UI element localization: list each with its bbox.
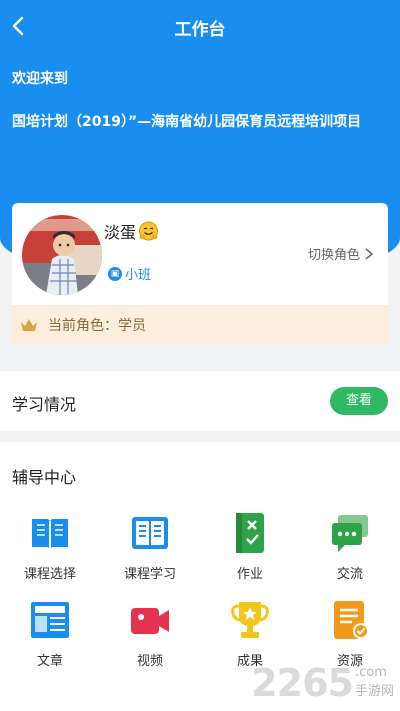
tutor-title: 辅导中心: [12, 468, 77, 487]
resource-doc-icon: [334, 601, 369, 639]
article-icon: [31, 602, 69, 638]
current-role-label: 当前角色：学员: [48, 318, 146, 334]
grid-label: 文章: [36, 654, 63, 669]
grid-label: 资源: [336, 654, 363, 669]
grid-label: 成果: [236, 654, 263, 669]
trophy-icon: [231, 602, 269, 638]
nav-bar: 工作台: [0, 0, 400, 52]
profile-card: 淡蛋 ▣ 小班 切换角色 当前角色：学员: [12, 203, 388, 345]
username-text: 淡蛋: [104, 223, 137, 242]
course-select-item[interactable]: 课程选择: [0, 511, 100, 582]
current-role-bar: 当前角色：学员: [12, 305, 388, 345]
project-title: 国培计划（2019）”—海南省幼儿园保育员远程培训项目: [12, 114, 362, 130]
avatar-photo: [22, 215, 102, 295]
welcome-text: 欢迎来到: [12, 71, 68, 87]
class-tag: ▣ 小班: [108, 264, 151, 283]
grid-label: 课程学习: [123, 567, 176, 582]
chevron-left-icon: [12, 16, 24, 36]
homework-item[interactable]: 作业: [200, 511, 300, 582]
tutor-grid: 课程选择 课程学习 作业 交流 文章 视频 成果 资源: [0, 511, 400, 669]
tutor-section: 辅导中心 课程选择 课程学习 作业 交流 文章 视频 成果 资源: [0, 442, 400, 711]
switch-role-button[interactable]: 切换角色: [308, 244, 374, 263]
switch-role-label: 切换角色: [307, 248, 360, 263]
page-title: 工作台: [174, 20, 226, 40]
grid-label: 课程选择: [23, 567, 76, 582]
grid-label: 作业: [236, 567, 263, 582]
username: 淡蛋: [104, 219, 159, 243]
view-button[interactable]: 查看: [330, 387, 388, 415]
achievement-item[interactable]: 成果: [200, 598, 300, 669]
article-item[interactable]: 文章: [0, 598, 100, 669]
class-name: 小班: [125, 268, 152, 283]
study-section: 学习情况 查看: [0, 371, 400, 431]
grid-label: 视频: [136, 654, 163, 669]
book-study-icon: [132, 517, 168, 549]
resource-item[interactable]: 资源: [300, 598, 400, 669]
class-icon: ▣: [108, 266, 122, 281]
open-book-icon: [32, 519, 68, 550]
chat-icon: [332, 515, 368, 552]
chevron-right-icon: [365, 247, 374, 260]
study-title: 学习情况: [12, 395, 77, 414]
video-item[interactable]: 视频: [100, 598, 200, 669]
course-study-item[interactable]: 课程学习: [100, 511, 200, 582]
chat-item[interactable]: 交流: [300, 511, 400, 582]
crown-icon: [21, 319, 37, 331]
grid-label: 交流: [336, 567, 363, 582]
homework-icon: [236, 513, 264, 553]
video-camera-icon: [131, 608, 169, 634]
hugging-face-emoji-icon: [139, 221, 159, 241]
back-button[interactable]: [8, 12, 32, 40]
avatar[interactable]: [22, 215, 102, 295]
